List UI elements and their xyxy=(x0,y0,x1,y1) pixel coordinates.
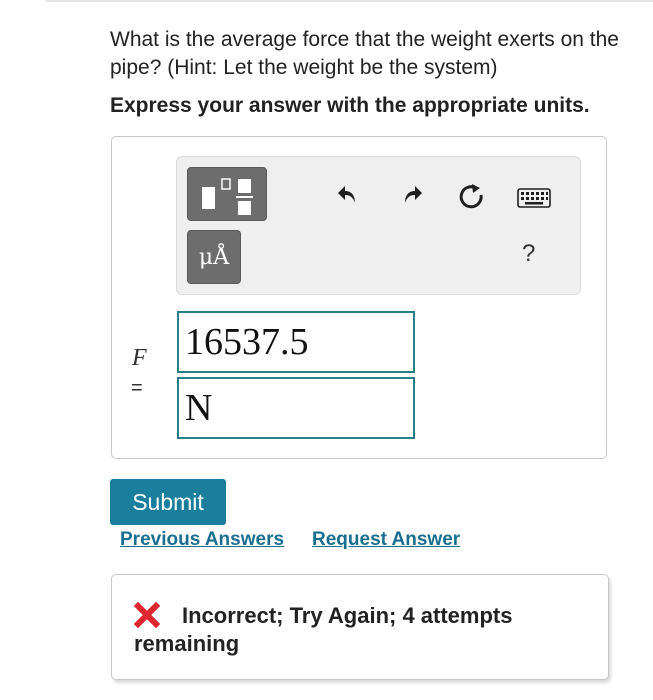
feedback-panel: Incorrect; Try Again; 4 attempts remaini… xyxy=(111,574,609,680)
submit-button[interactable]: Submit xyxy=(110,479,226,525)
instruction-text: Express your answer with the appropriate… xyxy=(110,94,590,117)
units-button[interactable]: μÅ xyxy=(187,230,241,284)
math-toolbar: μÅ ? xyxy=(176,156,581,295)
templates-icon xyxy=(202,178,253,215)
request-answer-link[interactable]: Request Answer xyxy=(312,529,460,551)
previous-answers-link[interactable]: Previous Answers xyxy=(120,529,284,551)
top-divider xyxy=(45,0,653,2)
redo-icon[interactable] xyxy=(397,179,427,209)
feedback-message: Incorrect; Try Again; 4 attempts remaini… xyxy=(134,603,513,656)
question-text: What is the average force that the weigh… xyxy=(110,28,619,79)
templates-button[interactable] xyxy=(187,167,267,221)
variable-label: F xyxy=(132,345,147,371)
undo-icon[interactable] xyxy=(333,179,363,209)
keyboard-icon[interactable] xyxy=(517,183,551,213)
value-input[interactable]: 16537.5 xyxy=(177,311,415,373)
help-icon[interactable]: ? xyxy=(522,240,535,268)
equals-sign: = xyxy=(131,377,143,399)
reset-icon[interactable] xyxy=(457,181,487,211)
unit-input[interactable]: N xyxy=(177,377,415,439)
answer-panel: μÅ ? F = 16537.5 N xyxy=(111,136,607,459)
